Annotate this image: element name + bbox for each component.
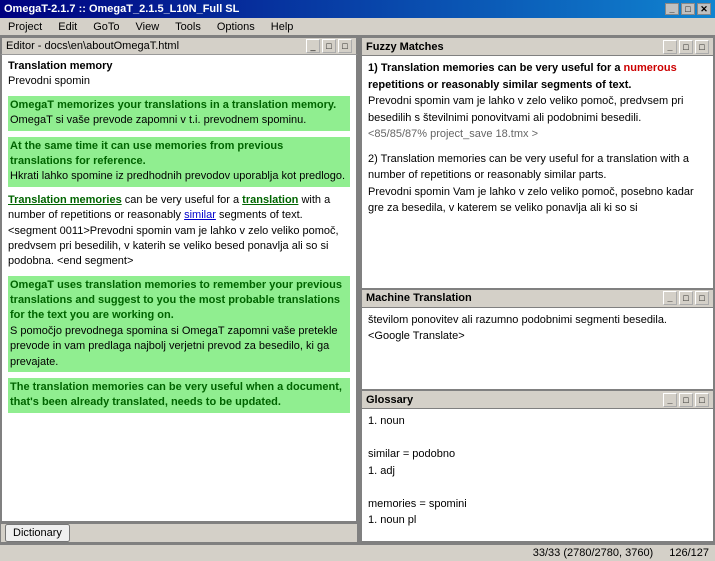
fuzzy-2-text: 2) Translation memories can be very usef… — [368, 153, 689, 182]
editor-controls: _ □ □ — [306, 39, 352, 53]
fuzzy-1-rest: repetitions or reasonably similar segmen… — [368, 79, 631, 91]
fuzzy-close[interactable]: □ — [695, 40, 709, 54]
fuzzy-title: Fuzzy Matches — [366, 41, 444, 53]
editor-title-bar: Editor - docs\en\aboutOmegaT.html _ □ □ — [0, 36, 358, 54]
fuzzy-minimize[interactable]: _ — [663, 40, 677, 54]
menu-view[interactable]: View — [132, 20, 164, 34]
status-bar: 33/33 (2780/2780, 3760) 126/127 — [0, 543, 715, 561]
text-can-be: can be very useful for a — [122, 194, 242, 206]
machine-content: številom ponovitev ali razumno podobnimi… — [362, 308, 713, 390]
editor-minimize[interactable]: _ — [306, 39, 320, 53]
glossary-line-5: memories = spomini — [368, 496, 707, 513]
glossary-line-6: 1. noun pl — [368, 512, 707, 529]
page-info: 126/127 — [669, 547, 709, 559]
fuzzy-highlight-numerous: numerous — [624, 62, 677, 74]
fuzzy-1-meta: <85/85/87% project_save 18.tmx > — [368, 128, 538, 140]
menu-project[interactable]: Project — [4, 20, 46, 34]
para-omegat-uses: OmegaT uses translation memories to reme… — [8, 276, 350, 372]
text-segments: segments of text. — [216, 209, 303, 221]
dictionary-button[interactable]: Dictionary — [5, 524, 70, 542]
main-area: Editor - docs\en\aboutOmegaT.html _ □ □ … — [0, 36, 715, 543]
editor-bottom-bar: Dictionary — [0, 523, 358, 543]
machine-title-bar: Machine Translation _ □ □ — [362, 290, 713, 308]
fuzzy-item-1: 1) Translation memories can be very usef… — [368, 60, 707, 143]
title-bar-buttons: _ □ ✕ — [665, 3, 711, 15]
memorizes-heading: OmegaT memorizes your translations in a … — [10, 99, 336, 111]
same-time-translation: Hkrati lahko spomine iz predhodnih prevo… — [10, 170, 345, 182]
para-translation-memory: Translation memory Prevodni spomin — [8, 59, 350, 90]
machine-minimize[interactable]: _ — [663, 291, 677, 305]
editor-panel: Editor - docs\en\aboutOmegaT.html _ □ □ … — [0, 36, 360, 543]
glossary-title: Glossary — [366, 394, 413, 406]
glossary-maximize[interactable]: □ — [679, 393, 693, 407]
glossary-minimize[interactable]: _ — [663, 393, 677, 407]
editor-maximize[interactable]: □ — [322, 39, 336, 53]
menu-goto[interactable]: GoTo — [89, 20, 123, 34]
omegat-uses-translation: S pomočjo prevodnega spomina si OmegaT z… — [10, 325, 338, 368]
para-memorizes: OmegaT memorizes your translations in a … — [8, 96, 350, 131]
menu-help[interactable]: Help — [267, 20, 298, 34]
link-translation-memories[interactable]: Translation memories — [8, 194, 122, 206]
fuzzy-maximize[interactable]: □ — [679, 40, 693, 54]
glossary-panel: Glossary _ □ □ 1. noun similar = podobno… — [360, 391, 715, 543]
same-time-heading: At the same time it can use memories fro… — [10, 140, 283, 167]
segment-tag: <segment 0011> — [8, 225, 90, 237]
link-translation[interactable]: translation — [242, 194, 298, 206]
glossary-line-0: 1. noun — [368, 413, 707, 430]
memorizes-translation: OmegaT si vaše prevode zapomni v t.i. pr… — [10, 114, 306, 126]
glossary-line-1 — [368, 430, 707, 447]
glossary-title-bar: Glossary _ □ □ — [362, 391, 713, 409]
glossary-close[interactable]: □ — [695, 393, 709, 407]
fuzzy-1-num: 1) Translation memories can be very usef… — [368, 62, 624, 74]
fuzzy-title-bar: Fuzzy Matches _ □ □ — [362, 38, 713, 56]
editor-title: Editor - docs\en\aboutOmegaT.html — [6, 40, 179, 52]
machine-maximize[interactable]: □ — [679, 291, 693, 305]
minimize-button[interactable]: _ — [665, 3, 679, 15]
fuzzy-content: 1) Translation memories can be very usef… — [362, 56, 713, 288]
editor-content[interactable]: Translation memory Prevodni spomin Omega… — [0, 54, 358, 523]
tm-translation: Prevodni spomin — [8, 75, 90, 87]
menu-options[interactable]: Options — [213, 20, 259, 34]
tm-heading: Translation memory — [8, 60, 113, 72]
glossary-content: 1. noun similar = podobno1. adj memories… — [362, 409, 713, 541]
machine-close[interactable]: □ — [695, 291, 709, 305]
menu-bar: Project Edit GoTo View Tools Options Hel… — [0, 18, 715, 36]
glossary-line-2: similar = podobno — [368, 446, 707, 463]
machine-title: Machine Translation — [366, 292, 472, 304]
menu-edit[interactable]: Edit — [54, 20, 81, 34]
the-translation-heading: The translation memories can be very use… — [10, 381, 342, 408]
para-the-translation: The translation memories can be very use… — [8, 378, 350, 413]
right-panel: Fuzzy Matches _ □ □ 1) Translation memor… — [360, 36, 715, 543]
segment-info: 33/33 (2780/2780, 3760) — [533, 547, 654, 559]
app-title: OmegaT-2.1.7 :: OmegaT_2.1.5_L10N_Full S… — [4, 3, 239, 15]
fuzzy-item-2: 2) Translation memories can be very usef… — [368, 151, 707, 217]
machine-translation-panel: Machine Translation _ □ □ številom ponov… — [360, 290, 715, 392]
menu-tools[interactable]: Tools — [171, 20, 205, 34]
fuzzy-controls: _ □ □ — [663, 40, 709, 54]
editor-close[interactable]: □ — [338, 39, 352, 53]
glossary-line-3: 1. adj — [368, 463, 707, 480]
omegat-uses-heading: OmegaT uses translation memories to reme… — [10, 279, 342, 322]
link-similar[interactable]: similar — [184, 209, 216, 221]
machine-controls: _ □ □ — [663, 291, 709, 305]
title-bar: OmegaT-2.1.7 :: OmegaT_2.1.5_L10N_Full S… — [0, 0, 715, 18]
para-useful: Translation memories can be very useful … — [8, 193, 350, 270]
fuzzy-1-translation: Prevodni spomin vam je lahko v zelo veli… — [368, 95, 683, 124]
machine-text: številom ponovitev ali razumno podobnimi… — [368, 314, 667, 343]
maximize-button[interactable]: □ — [681, 3, 695, 15]
glossary-controls: _ □ □ — [663, 393, 709, 407]
para-same-time: At the same time it can use memories fro… — [8, 137, 350, 187]
fuzzy-2-translation: Prevodni spomin Vam je lahko v zelo veli… — [368, 186, 694, 215]
end-segment-tag: <end segment> — [57, 255, 133, 267]
close-button[interactable]: ✕ — [697, 3, 711, 15]
fuzzy-matches-panel: Fuzzy Matches _ □ □ 1) Translation memor… — [360, 36, 715, 290]
glossary-line-4 — [368, 479, 707, 496]
